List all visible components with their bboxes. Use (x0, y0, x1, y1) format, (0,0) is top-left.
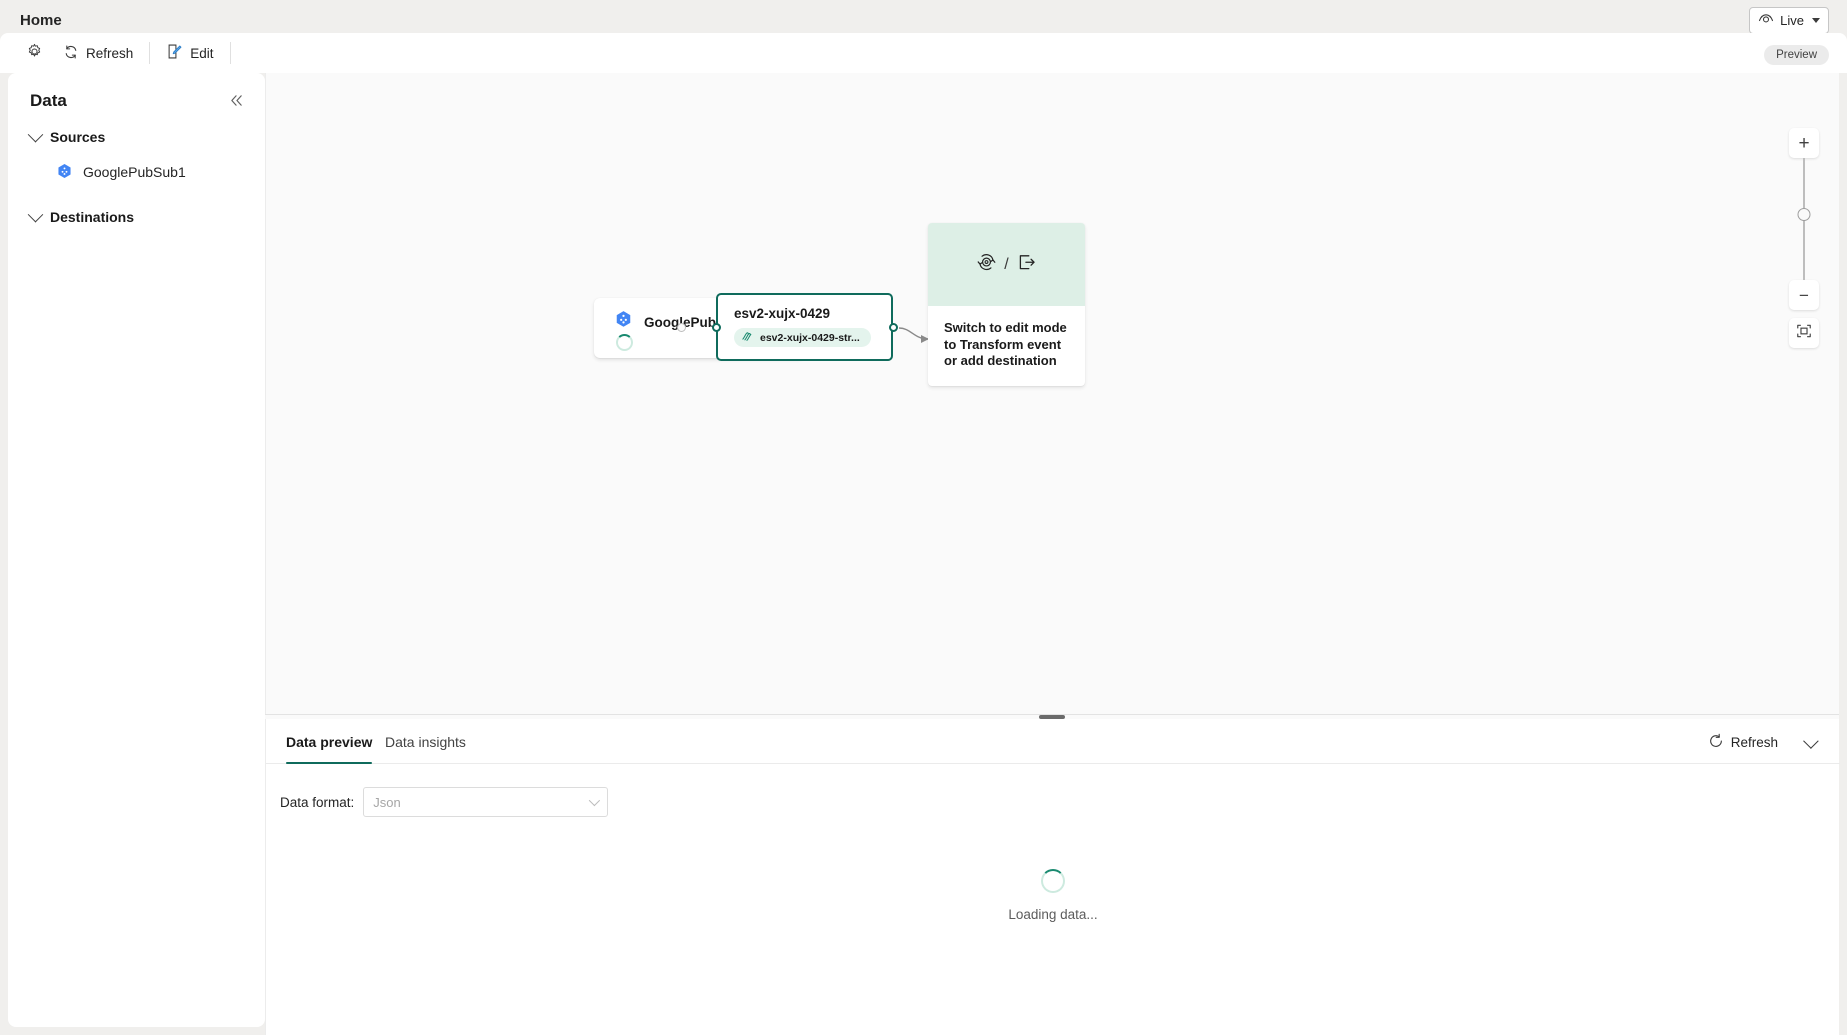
refresh-label: Refresh (86, 46, 133, 61)
preview-badge: Preview (1764, 45, 1829, 65)
tab-data-insights-label: Data insights (385, 734, 466, 750)
settings-button[interactable] (16, 38, 53, 68)
sidebar-collapse-button[interactable] (223, 90, 249, 116)
loading-spinner-icon (1041, 869, 1065, 893)
sidebar-group-sources[interactable]: Sources (30, 129, 105, 145)
toolbar-divider-2 (230, 42, 231, 64)
node-eventstream-name: esv2-xujx-0429 (734, 306, 830, 321)
bottom-panel: Data preview Data insights Refresh (265, 719, 1839, 1035)
source-output-port[interactable] (677, 323, 686, 332)
body-area: Data Sources (0, 73, 1847, 1035)
sidebar-item-googlepubsub1[interactable]: GooglePubSub1 (56, 163, 186, 180)
stream-icon (741, 330, 754, 346)
edit-mode-hint-card: / Switch to edit mode to Transform event… (928, 223, 1085, 386)
live-mode-button[interactable]: Live (1749, 7, 1829, 34)
chevron-down-icon (589, 795, 600, 806)
zoom-out-button[interactable]: − (1789, 280, 1819, 310)
node-source-loading-spinner (616, 334, 633, 351)
transform-event-icon (976, 252, 997, 278)
connector-layer (266, 73, 1839, 714)
data-format-label: Data format: (280, 795, 354, 810)
canvas-node-eventstream[interactable]: esv2-xujx-0429 esv2-xujx-0429-str... (716, 293, 893, 361)
eventstream-canvas[interactable]: GooglePubSub1 esv2-xujx-0429 (265, 73, 1839, 714)
data-format-select[interactable]: Json (363, 787, 608, 817)
chevron-down-icon (28, 126, 44, 142)
sidebar-item-label: GooglePubSub1 (83, 164, 186, 180)
zoom-slider[interactable] (1789, 158, 1819, 280)
hint-card-icons: / (928, 223, 1085, 306)
zoom-in-button[interactable]: + (1789, 128, 1819, 158)
chevron-double-left-icon (229, 94, 244, 112)
eventstream-input-port[interactable] (712, 323, 721, 332)
plus-icon: + (1798, 134, 1809, 153)
google-pubsub-icon (614, 310, 633, 334)
toolbar-divider-1 (149, 42, 150, 64)
bottom-refresh-button[interactable]: Refresh (1708, 730, 1778, 754)
fit-to-screen-icon (1796, 323, 1812, 344)
tab-data-preview-label: Data preview (286, 734, 372, 750)
sidebar-group-destinations[interactable]: Destinations (30, 209, 134, 225)
data-format-row: Data format: Json (280, 787, 608, 817)
add-destination-icon (1016, 252, 1037, 278)
data-sidebar: Data Sources (8, 73, 265, 1027)
node-eventstream-chip-label: esv2-xujx-0429-str... (760, 332, 860, 344)
edit-pencil-icon (166, 43, 183, 63)
eventstream-output-port[interactable] (889, 323, 898, 332)
bottom-panel-collapse-button[interactable] (1796, 730, 1822, 754)
chevron-down-icon (1812, 18, 1820, 23)
zoom-slider-thumb[interactable] (1798, 208, 1811, 221)
bottom-panel-tabs: Data preview Data insights Refresh (266, 719, 1840, 764)
fit-to-screen-button[interactable] (1789, 318, 1819, 348)
node-eventstream-chip[interactable]: esv2-xujx-0429-str... (734, 328, 871, 347)
loading-text: Loading data... (1008, 907, 1097, 922)
edit-label: Edit (190, 46, 213, 61)
edit-button[interactable]: Edit (156, 38, 223, 68)
minus-icon: − (1799, 287, 1809, 304)
eventstream-app: Home Live (0, 0, 1847, 1035)
hint-card-text: Switch to edit mode to Transform event o… (928, 306, 1085, 370)
command-bar: Refresh Edit Preview (0, 33, 1847, 73)
data-format-value: Json (373, 795, 400, 810)
chevron-down-icon (28, 206, 44, 222)
tab-data-insights[interactable]: Data insights (385, 719, 466, 764)
tab-data-preview[interactable]: Data preview (286, 719, 372, 764)
tab-home-label: Home (20, 12, 62, 29)
data-preview-loading: Loading data... (266, 869, 1840, 922)
google-pubsub-icon (56, 163, 73, 180)
chevron-down-icon (1803, 733, 1819, 749)
refresh-icon (63, 44, 79, 63)
sidebar-title: Data (30, 91, 67, 111)
gear-icon (26, 43, 43, 63)
eye-icon (1758, 13, 1774, 28)
refresh-button[interactable]: Refresh (53, 38, 143, 68)
live-mode-label: Live (1780, 13, 1804, 28)
canvas-zoom-controls: + − (1789, 128, 1819, 348)
sidebar-group-sources-label: Sources (50, 129, 105, 145)
refresh-icon (1708, 733, 1724, 752)
sidebar-group-destinations-label: Destinations (50, 209, 134, 225)
bottom-refresh-label: Refresh (1731, 735, 1778, 750)
tab-active-indicator (286, 762, 372, 765)
hint-separator: / (1004, 256, 1008, 274)
